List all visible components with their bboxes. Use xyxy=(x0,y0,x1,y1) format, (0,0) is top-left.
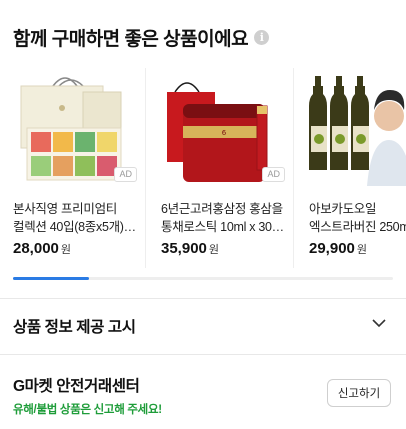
product-name[interactable]: 아보카도오일 엑스트라버진 250ml x 3병 xyxy=(309,200,406,236)
product-price: 35,900 원 xyxy=(161,240,287,257)
ad-badge: AD xyxy=(262,167,285,182)
card-divider xyxy=(145,68,146,268)
currency-label: 원 xyxy=(60,244,72,256)
safe-trade-title: G마켓 안전거래센터 xyxy=(13,378,140,395)
price-value: 28,000 xyxy=(13,240,59,257)
report-button[interactable]: 신고하기 xyxy=(327,379,391,407)
avocado-oil-image xyxy=(309,76,406,186)
product-image[interactable]: 6 AD xyxy=(161,68,287,186)
currency-label: 원 xyxy=(356,244,368,256)
product-name[interactable]: 본사직영 프리미엄티 컬렉션 40입(8종x5개) + 쇼핑백 xyxy=(13,200,139,236)
card-divider xyxy=(293,68,294,268)
product-price: 29,900 원 xyxy=(309,240,406,257)
svg-text:6: 6 xyxy=(222,129,227,137)
chevron-down-icon xyxy=(372,319,386,328)
carousel-scroll-track[interactable] xyxy=(13,277,393,280)
price-value: 35,900 xyxy=(161,240,207,257)
safe-trade-subtitle: 유해/불법 상품은 신고해 주세요! xyxy=(13,404,162,416)
product-image[interactable]: AD xyxy=(13,68,139,186)
ad-badge: AD xyxy=(114,167,137,182)
section-title: 함께 구매하면 좋은 상품이에요 i xyxy=(13,24,270,51)
product-carousel[interactable]: AD 본사직영 프리미엄티 컬렉션 40입(8종x5개) + 쇼핑백 28,00… xyxy=(0,68,406,273)
product-price: 28,000 원 xyxy=(13,240,139,257)
product-card[interactable]: 아보카도오일 엑스트라버진 250ml x 3병 29,900원 xyxy=(309,68,406,268)
currency-label: 원 xyxy=(208,244,220,256)
section-title-text: 함께 구매하면 좋은 상품이에요 xyxy=(13,29,249,50)
product-info-notice-toggle[interactable]: 상품 정보 제공 고시 xyxy=(0,298,406,354)
product-card[interactable]: AD 본사직영 프리미엄티 컬렉션 40입(8종x5개) + 쇼핑백 28,00… xyxy=(13,68,139,268)
section-divider xyxy=(0,354,406,355)
price-value: 29,900 xyxy=(309,240,355,257)
product-name[interactable]: 6년근고려홍삼정 홍삼을 통채로스틱 10ml x 30포 + 쇼핑백 xyxy=(161,200,287,236)
carousel-scroll-thumb[interactable] xyxy=(13,277,89,280)
info-icon[interactable]: i xyxy=(254,30,270,45)
notice-label: 상품 정보 제공 고시 xyxy=(13,319,136,336)
product-card[interactable]: 6 AD 6년근고려홍삼정 홍삼을 통채로스틱 10ml x 30포 + 쇼핑백… xyxy=(161,68,287,268)
product-image[interactable] xyxy=(309,68,406,186)
